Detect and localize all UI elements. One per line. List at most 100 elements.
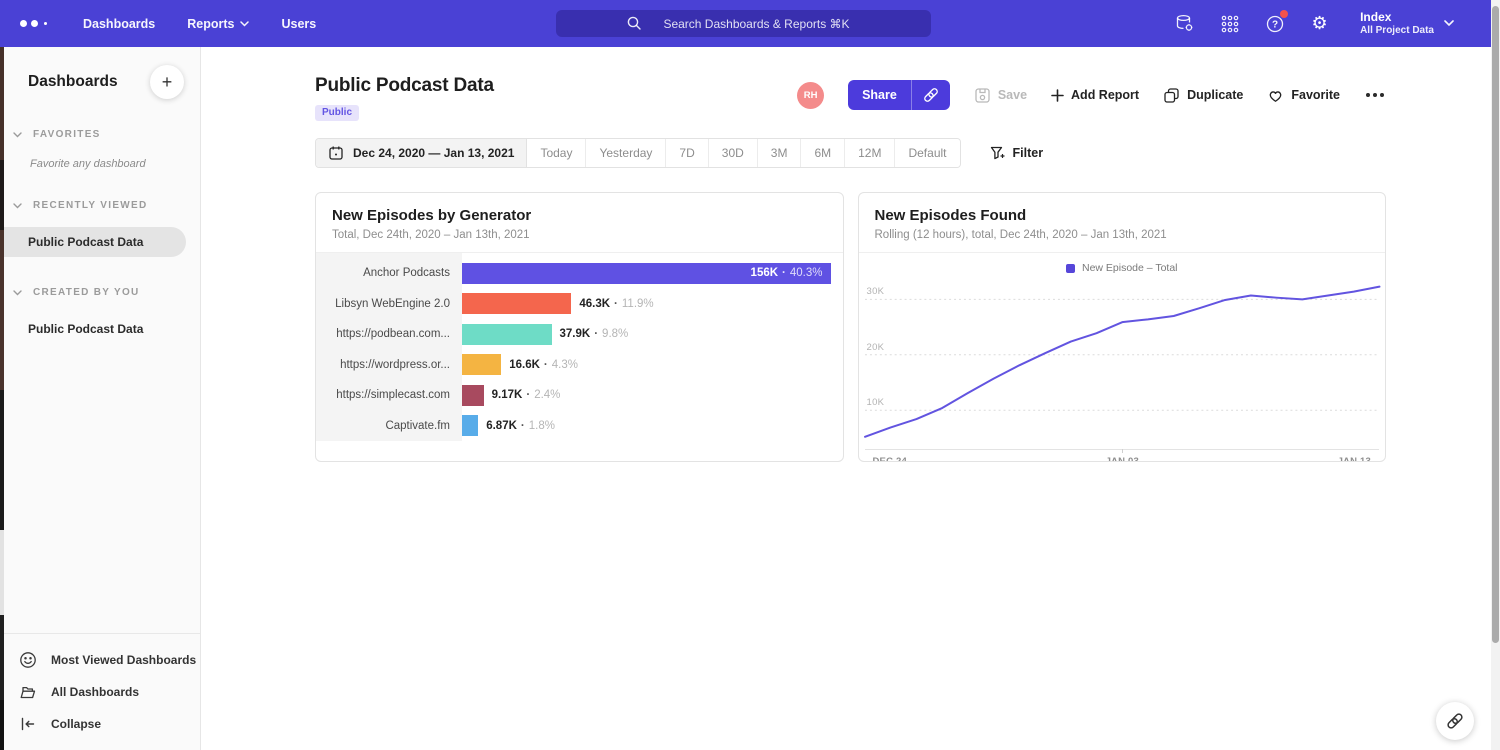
add-dashboard-button[interactable]: +	[150, 65, 184, 99]
search-input[interactable]	[556, 10, 931, 37]
bar-value-label: 46.3K·11.9%	[579, 298, 653, 310]
project-name: Index	[1360, 10, 1434, 25]
smiley-icon	[19, 651, 37, 669]
nav-item-reports[interactable]: Reports	[187, 17, 249, 31]
section-recently-viewed[interactable]: RECENTLY VIEWED	[0, 200, 200, 211]
link-icon	[1445, 711, 1465, 731]
duplicate-button[interactable]: Duplicate	[1163, 87, 1243, 104]
bar-row: https://podbean.com...37.9K·9.8%	[316, 319, 843, 350]
preset-30d[interactable]: 30D	[708, 139, 757, 167]
chevron-down-icon	[240, 21, 249, 27]
add-report-label: Add Report	[1071, 88, 1139, 102]
bar[interactable]	[462, 293, 571, 314]
section-label: FAVORITES	[33, 129, 101, 140]
bar-track: 9.17K·2.4%	[462, 385, 843, 406]
duplicate-icon	[1163, 87, 1180, 104]
collapse-icon	[19, 715, 37, 733]
all-dashboards-link[interactable]: All Dashboards	[0, 676, 200, 708]
preset-12m[interactable]: 12M	[844, 139, 894, 167]
chart-subtitle: Rolling (12 hours), total, Dec 24th, 202…	[875, 229, 1370, 241]
chart-title: New Episodes by Generator	[332, 207, 827, 224]
bar-track: 37.9K·9.8%	[462, 324, 843, 345]
sidebar-item-public-podcast-data[interactable]: Public Podcast Data	[0, 227, 186, 257]
preset-yesterday[interactable]: Yesterday	[585, 139, 665, 167]
bar-row: https://simplecast.com 9.17K·2.4%	[316, 380, 843, 411]
preset-3m[interactable]: 3M	[757, 139, 801, 167]
preset-7d[interactable]: 7D	[665, 139, 707, 167]
background-window-sliver	[0, 47, 4, 750]
more-options-button[interactable]	[1364, 89, 1386, 101]
share-button[interactable]: Share	[848, 80, 911, 110]
section-created-by-you[interactable]: CREATED BY YOU	[0, 287, 200, 298]
bar-category-label: Anchor Podcasts	[316, 267, 462, 279]
bar-category-label: https://simplecast.com	[316, 389, 462, 401]
footer-label: Collapse	[51, 717, 101, 731]
share-button-group: Share	[848, 80, 950, 110]
add-report-button[interactable]: Add Report	[1051, 88, 1139, 102]
calendar-icon	[328, 145, 344, 161]
share-link-button[interactable]	[911, 80, 950, 110]
folder-icon	[19, 683, 37, 701]
bar-value-label: 16.6K·4.3%	[509, 359, 578, 371]
bar-row: Anchor Podcasts156K·40.3%	[316, 258, 843, 289]
bar[interactable]: 156K·40.3%	[462, 263, 831, 284]
x-tick-label: JAN 03	[1106, 456, 1139, 462]
footer-label: Most Viewed Dashboards	[51, 653, 196, 667]
apps-grid-icon[interactable]	[1219, 13, 1240, 34]
nav-label: Dashboards	[83, 17, 155, 31]
link-icon	[922, 86, 940, 104]
bar[interactable]	[462, 324, 552, 345]
section-favorites[interactable]: FAVORITES	[0, 129, 200, 140]
duplicate-label: Duplicate	[1187, 88, 1243, 102]
top-navbar: Dashboards Reports Users	[0, 0, 1500, 47]
save-icon	[974, 87, 991, 104]
x-axis-tick	[1122, 449, 1123, 453]
date-range-control: Dec 24, 2020 — Jan 13, 2021 TodayYesterd…	[315, 138, 961, 168]
favorites-empty-state: Favorite any dashboard	[30, 158, 200, 170]
help-icon[interactable]: ?	[1264, 13, 1285, 34]
preset-default[interactable]: Default	[894, 139, 959, 167]
bar-value-label: 9.17K·2.4%	[492, 389, 561, 401]
save-button[interactable]: Save	[974, 87, 1027, 104]
card-new-episodes-found: New Episodes Found Rolling (12 hours), t…	[858, 192, 1387, 462]
nav-item-dashboards[interactable]: Dashboards	[83, 17, 155, 31]
sidebar-item-public-podcast-data[interactable]: Public Podcast Data	[0, 314, 200, 344]
bar-category-label: Libsyn WebEngine 2.0	[316, 298, 462, 310]
favorite-label: Favorite	[1291, 88, 1340, 102]
date-range-picker[interactable]: Dec 24, 2020 — Jan 13, 2021	[316, 139, 527, 167]
project-switcher[interactable]: Index All Project Data	[1360, 10, 1454, 38]
bar[interactable]	[462, 354, 501, 375]
avatar[interactable]: RH	[797, 82, 824, 109]
dashboards-sidebar: Dashboards + FAVORITES Favorite any dash…	[0, 47, 201, 750]
scrollbar-thumb[interactable]	[1492, 6, 1499, 643]
bar[interactable]	[462, 415, 478, 436]
dashboard-main: Public Podcast Data Public RH Share	[202, 47, 1500, 750]
nav-item-users[interactable]: Users	[281, 17, 316, 31]
filter-button[interactable]: Filter	[989, 145, 1044, 161]
heart-icon	[1267, 87, 1284, 104]
copy-link-fab[interactable]	[1436, 702, 1474, 740]
search-icon	[626, 15, 642, 31]
bar-chart: Anchor Podcasts156K·40.3% Libsyn WebEngin…	[316, 253, 843, 441]
chart-subtitle: Total, Dec 24th, 2020 – Jan 13th, 2021	[332, 229, 827, 241]
x-axis-labels: DEC 24JAN 03JAN 13	[865, 450, 1380, 462]
collapse-sidebar-button[interactable]: Collapse	[0, 708, 200, 740]
preset-6m[interactable]: 6M	[800, 139, 844, 167]
notification-dot	[1280, 10, 1288, 18]
preset-today[interactable]: Today	[527, 139, 585, 167]
mode-logo-icon[interactable]	[20, 20, 47, 27]
sidebar-title: Dashboards	[28, 73, 118, 91]
bar-category-label: https://podbean.com...	[316, 328, 462, 340]
bar[interactable]	[462, 385, 484, 406]
footer-label: All Dashboards	[51, 685, 139, 699]
most-viewed-dashboards-link[interactable]: Most Viewed Dashboards	[0, 644, 200, 676]
favorite-button[interactable]: Favorite	[1267, 87, 1340, 104]
data-sources-icon[interactable]	[1174, 13, 1195, 34]
page-title: Public Podcast Data	[315, 75, 494, 97]
line-chart: 10K20K30K	[865, 280, 1380, 450]
nav-label: Reports	[187, 17, 234, 31]
settings-icon[interactable]: ⚙	[1309, 13, 1330, 34]
bar-row: Captivate.fm6.87K·1.8%	[316, 411, 843, 442]
chart-legend: New Episode – Total	[859, 253, 1386, 280]
global-search[interactable]	[556, 10, 931, 37]
